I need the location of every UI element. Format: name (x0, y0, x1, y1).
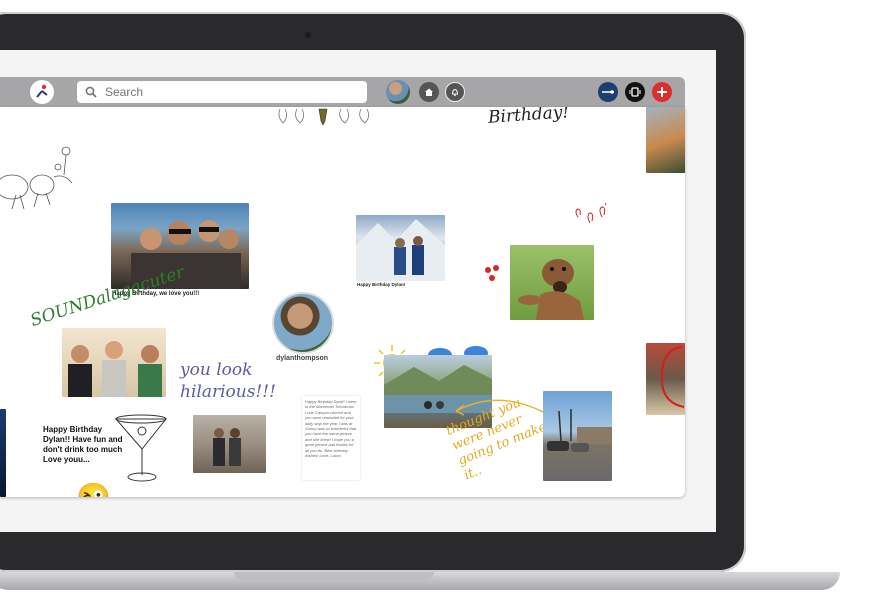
sketch-figures (278, 108, 369, 126)
handwritten-letter[interactable]: Happy Birthday Dyall!! I went to the Mam… (302, 396, 360, 480)
search-input[interactable] (103, 84, 347, 100)
photo-edge-doodle (660, 346, 685, 408)
camera-dot (305, 32, 311, 38)
share-icon (602, 90, 614, 94)
mountain-illustration (356, 219, 445, 281)
add-button[interactable] (652, 82, 672, 102)
mountain-photo-caption: Happy Birthday Dylan! (357, 282, 406, 287)
hearts-doodle-left (485, 265, 499, 281)
emoji-sticker[interactable]: 😜 (76, 483, 111, 498)
friends-illustration (68, 341, 162, 397)
notifications-button[interactable] (445, 82, 465, 102)
photo-edge-left[interactable] (0, 409, 6, 497)
friends-photo[interactable] (62, 328, 166, 397)
couple-illustration (213, 428, 241, 466)
hearts-doodle (575, 203, 607, 224)
logo-icon (36, 84, 48, 98)
slideshow-icon (629, 87, 641, 97)
birthday-note[interactable]: Happy Birthday Dylan!! Have fun and don'… (43, 425, 123, 465)
couple-photo[interactable] (193, 415, 266, 473)
bell-icon (451, 88, 459, 97)
profile-username[interactable]: dylanthompson (270, 355, 334, 362)
plus-icon (657, 87, 667, 97)
photo-edge-top[interactable] (646, 107, 685, 173)
purple-handwriting: you look hilarious!!! (180, 360, 276, 402)
share-button[interactable] (598, 82, 618, 102)
mountain-photo[interactable] (356, 215, 445, 281)
present-button[interactable] (625, 82, 645, 102)
laptop-notch (234, 572, 434, 580)
dog-photo[interactable] (510, 245, 594, 320)
home-button[interactable] (419, 82, 439, 102)
search-box[interactable] (77, 81, 367, 103)
screen: Birthday! Happy Birthday, we love you!!! (0, 50, 716, 532)
palm-illustration (547, 409, 612, 452)
app-toolbar (0, 77, 685, 107)
dog-illustration (518, 259, 584, 320)
home-icon (425, 88, 433, 96)
palm-photo[interactable] (543, 391, 612, 481)
martini-sketch (114, 414, 168, 482)
bird-sketch (0, 146, 73, 210)
app-logo[interactable] (30, 80, 54, 104)
canvas-board[interactable]: Birthday! Happy Birthday, we love you!!! (0, 107, 685, 497)
user-avatar[interactable] (386, 80, 410, 104)
search-icon (85, 86, 97, 98)
birthday-handwriting: Birthday! (487, 107, 570, 128)
photo-edge-middle[interactable] (646, 343, 685, 415)
profile-avatar[interactable] (272, 292, 334, 354)
